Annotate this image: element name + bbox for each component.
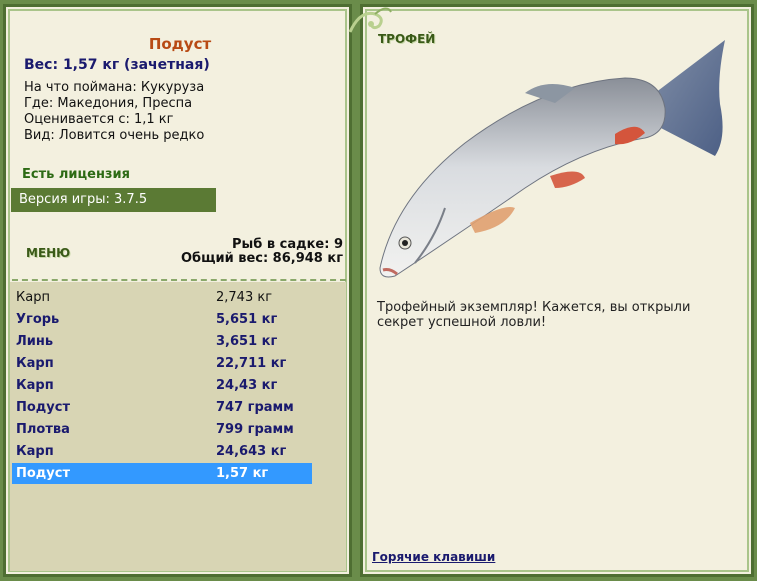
trophy-description: Трофейный экземпляр! Кажется, вы открыли… xyxy=(377,300,691,330)
list-item[interactable]: Карп 24,43 кг xyxy=(12,375,312,396)
list-item[interactable]: Подуст 747 грамм xyxy=(12,397,312,418)
fish-rarity: Вид: Ловится очень редко xyxy=(24,128,205,143)
fish-name: Подуст xyxy=(148,35,212,53)
list-item[interactable]: Линь 3,651 кг xyxy=(12,331,312,352)
version-bar: Версия игры: 3.7.5 xyxy=(11,188,216,212)
list-item[interactable]: Карп 2,743 кг xyxy=(12,287,312,308)
fish-bait: На что поймана: Кукуруза xyxy=(24,80,205,95)
list-item[interactable]: Карп 22,711 кг xyxy=(12,353,312,374)
fish-rated-from: Оценивается с: 1,1 кг xyxy=(24,112,174,127)
menu-button[interactable]: МЕНЮ xyxy=(26,246,70,260)
list-item-selected[interactable]: Подуст 1,57 кг xyxy=(12,463,312,484)
divider xyxy=(12,279,346,281)
keepnet-count: Рыб в садке: 9 xyxy=(231,237,343,252)
keepnet-total-weight: Общий вес: 86,948 кг xyxy=(180,251,343,266)
catch-list[interactable]: Карп 2,743 кг Угорь 5,651 кг Линь 3,651 кг … xyxy=(10,282,346,571)
list-item[interactable]: Карп 24,643 кг xyxy=(12,441,312,462)
list-item[interactable]: Угорь 5,651 кг xyxy=(12,309,312,330)
fish-location: Где: Македония, Преспа xyxy=(24,96,193,111)
hotkeys-link[interactable]: Горячие клавиши xyxy=(372,550,495,564)
fish-image xyxy=(379,40,725,278)
fish-weight: Вес: 1,57 кг (зачетная) xyxy=(24,57,210,73)
license-status: Есть лицензия xyxy=(22,167,130,182)
list-item[interactable]: Плотва 799 грамм xyxy=(12,419,312,440)
